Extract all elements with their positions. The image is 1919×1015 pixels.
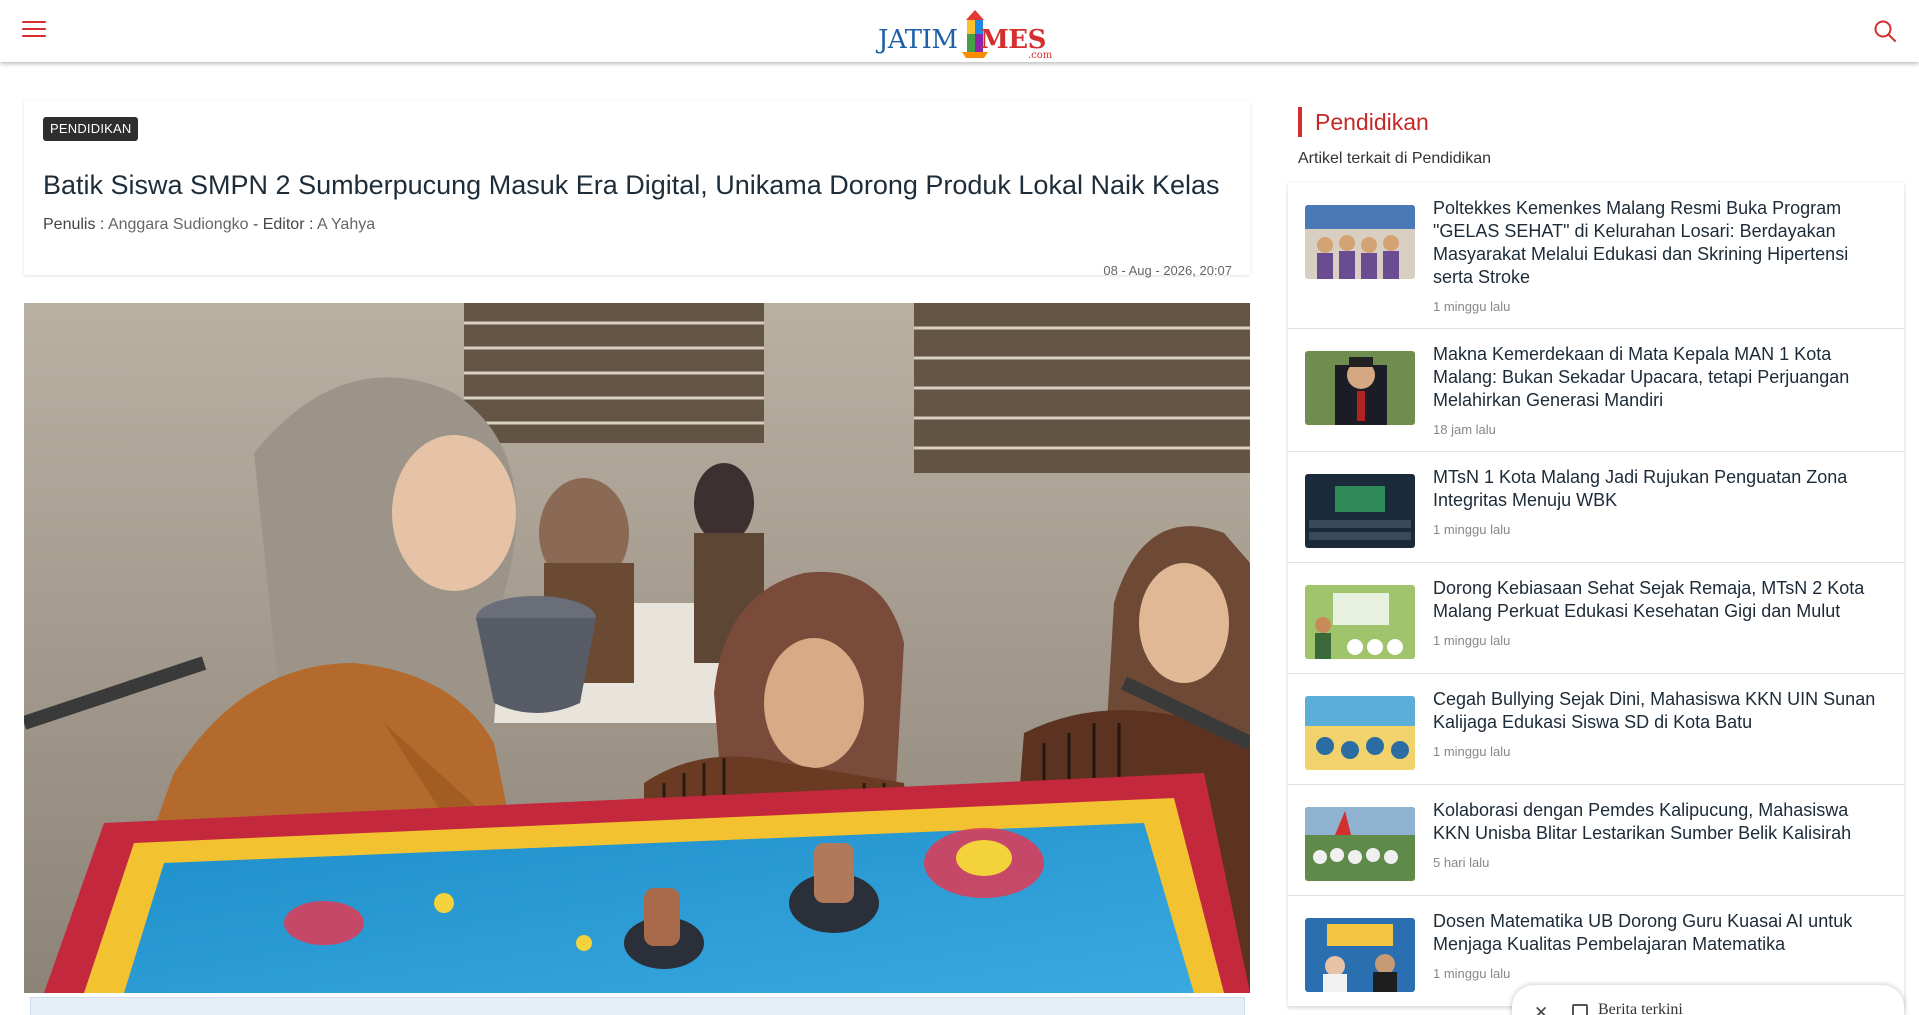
editor-label: Editor : bbox=[262, 216, 314, 233]
related-article-title[interactable]: Dorong Kebiasaan Sehat Sejak Remaja, MTs… bbox=[1433, 577, 1888, 623]
related-article-time: 5 hari lalu bbox=[1433, 855, 1490, 870]
article-thumbnail[interactable] bbox=[1305, 585, 1415, 659]
editor-name[interactable]: A Yahya bbox=[317, 216, 375, 233]
byline: Penulis : Anggara Sudiongko - Editor : A… bbox=[43, 216, 375, 234]
latest-news-pill[interactable]: ✕ Berita terkini bbox=[1512, 985, 1904, 1015]
writer-label: Penulis : bbox=[43, 216, 105, 233]
category-badge[interactable]: PENDIDIKAN bbox=[43, 117, 139, 141]
related-article-title[interactable]: Poltekkes Kemenkes Malang Resmi Buka Pro… bbox=[1433, 197, 1888, 289]
related-article-title[interactable]: MTsN 1 Kota Malang Jadi Rujukan Penguata… bbox=[1433, 466, 1888, 512]
related-article-title[interactable]: Dosen Matematika UB Dorong Guru Kuasai A… bbox=[1433, 910, 1888, 956]
related-article-time: 1 minggu lalu bbox=[1433, 299, 1511, 314]
site-header: JATIM MES .com bbox=[0, 0, 1919, 62]
latest-news-label[interactable]: Berita terkini bbox=[1598, 1001, 1683, 1015]
related-article-title[interactable]: Cegah Bullying Sejak Dini, Mahasiswa KKN… bbox=[1433, 688, 1888, 734]
logo-text-main: JATIM bbox=[878, 25, 958, 55]
article-thumbnail[interactable] bbox=[1305, 474, 1415, 548]
hamburger-menu-icon[interactable] bbox=[22, 21, 46, 41]
sidebar-heading: Pendidikan bbox=[1298, 107, 1429, 137]
search-icon[interactable] bbox=[1873, 19, 1897, 43]
related-article[interactable]: Makna Kemerdekaan di Mata Kepala MAN 1 K… bbox=[1288, 329, 1904, 452]
article-thumbnail[interactable] bbox=[1305, 205, 1415, 279]
close-icon[interactable]: ✕ bbox=[1534, 1003, 1548, 1015]
image-caption-box bbox=[30, 997, 1245, 1015]
article-hero-image bbox=[24, 303, 1250, 993]
related-article-title[interactable]: Kolaborasi dengan Pemdes Kalipucung, Mah… bbox=[1433, 799, 1888, 845]
article-thumbnail[interactable] bbox=[1305, 696, 1415, 770]
related-article-time: 1 minggu lalu bbox=[1433, 633, 1511, 648]
related-article-time: 18 jam lalu bbox=[1433, 422, 1496, 437]
related-article[interactable]: Poltekkes Kemenkes Malang Resmi Buka Pro… bbox=[1288, 183, 1904, 329]
article-thumbnail[interactable] bbox=[1305, 918, 1415, 992]
related-article-time: 1 minggu lalu bbox=[1433, 522, 1511, 537]
related-article-title[interactable]: Makna Kemerdekaan di Mata Kepala MAN 1 K… bbox=[1433, 343, 1888, 412]
related-article[interactable]: MTsN 1 Kota Malang Jadi Rujukan Penguata… bbox=[1288, 452, 1904, 563]
article-thumbnail[interactable] bbox=[1305, 807, 1415, 881]
sidebar-subtitle: Artikel terkait di Pendidikan bbox=[1298, 150, 1491, 167]
logo-domain: .com bbox=[1028, 50, 1053, 61]
related-article[interactable]: Kolaborasi dengan Pemdes Kalipucung, Mah… bbox=[1288, 785, 1904, 896]
publish-date: 08 - Aug - 2026, 20:07 bbox=[1103, 263, 1232, 278]
sidebar-title[interactable]: Pendidikan bbox=[1315, 107, 1429, 137]
article-thumbnail[interactable] bbox=[1305, 351, 1415, 425]
writer-name[interactable]: Anggara Sudiongko bbox=[108, 216, 249, 233]
related-article[interactable]: Cegah Bullying Sejak Dini, Mahasiswa KKN… bbox=[1288, 674, 1904, 785]
byline-separator: - bbox=[252, 216, 263, 233]
newspaper-icon bbox=[1572, 1004, 1588, 1015]
related-articles-list: Poltekkes Kemenkes Malang Resmi Buka Pro… bbox=[1288, 183, 1904, 1007]
article-title: Batik Siswa SMPN 2 Sumberpucung Masuk Er… bbox=[43, 170, 1220, 200]
related-article[interactable]: Dorong Kebiasaan Sehat Sejak Remaja, MTs… bbox=[1288, 563, 1904, 674]
related-article-time: 1 minggu lalu bbox=[1433, 744, 1511, 759]
article-header: PENDIDIKAN Batik Siswa SMPN 2 Sumberpucu… bbox=[24, 100, 1250, 278]
related-article-time: 1 minggu lalu bbox=[1433, 966, 1511, 981]
site-logo[interactable]: JATIM MES .com bbox=[876, 8, 1052, 61]
